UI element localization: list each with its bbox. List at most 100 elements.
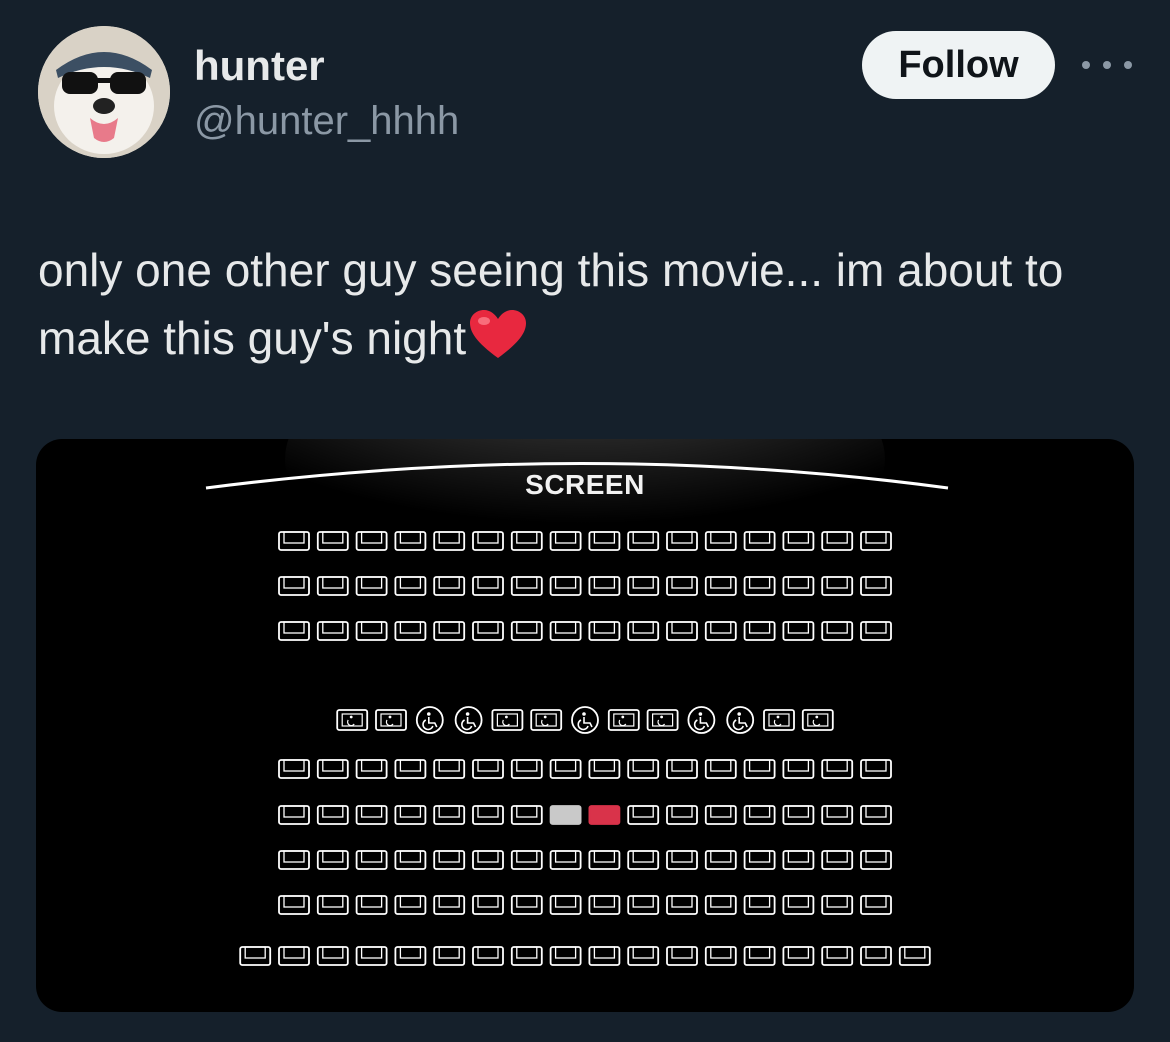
accessible-companion-seat[interactable] (530, 709, 563, 731)
available-seat[interactable] (666, 759, 698, 779)
available-seat[interactable] (510, 946, 543, 966)
available-seat[interactable] (860, 895, 892, 915)
available-seat[interactable] (704, 759, 737, 779)
available-seat[interactable] (782, 895, 815, 915)
available-seat[interactable] (743, 576, 776, 596)
available-seat[interactable] (316, 895, 349, 915)
available-seat[interactable] (316, 850, 349, 870)
available-seat[interactable] (239, 946, 272, 966)
available-seat[interactable] (898, 946, 931, 966)
available-seat[interactable] (433, 946, 466, 966)
display-name[interactable]: hunter (194, 40, 325, 92)
available-seat[interactable] (278, 850, 310, 870)
available-seat[interactable] (394, 759, 427, 779)
available-seat[interactable] (510, 759, 543, 779)
available-seat[interactable] (704, 576, 737, 596)
available-seat[interactable] (510, 850, 543, 870)
accessible-companion-seat[interactable] (801, 709, 834, 731)
available-seat[interactable] (278, 531, 310, 551)
accessible-companion-seat[interactable] (763, 709, 795, 731)
available-seat[interactable] (704, 621, 737, 641)
available-seat[interactable] (627, 759, 660, 779)
available-seat[interactable] (860, 850, 892, 870)
available-seat[interactable] (666, 850, 698, 870)
available-seat[interactable] (316, 621, 349, 641)
available-seat[interactable] (704, 946, 737, 966)
available-seat[interactable] (394, 850, 427, 870)
available-seat[interactable] (860, 759, 892, 779)
available-seat[interactable] (472, 850, 504, 870)
available-seat[interactable] (433, 850, 466, 870)
available-seat[interactable] (433, 576, 466, 596)
available-seat[interactable] (821, 621, 854, 641)
available-seat[interactable] (666, 895, 698, 915)
available-seat[interactable] (821, 946, 854, 966)
available-seat[interactable] (627, 850, 660, 870)
available-seat[interactable] (743, 895, 776, 915)
available-seat[interactable] (394, 576, 427, 596)
seat-map-image[interactable]: SCREEN (36, 439, 1134, 1012)
available-seat[interactable] (278, 895, 310, 915)
available-seat[interactable] (355, 576, 388, 596)
available-seat[interactable] (860, 946, 892, 966)
available-seat[interactable] (316, 805, 349, 825)
available-seat[interactable] (588, 759, 621, 779)
available-seat[interactable] (510, 895, 543, 915)
avatar[interactable] (38, 26, 170, 158)
user-handle[interactable]: @hunter_hhhh (194, 96, 459, 146)
available-seat[interactable] (433, 621, 466, 641)
available-seat[interactable] (627, 895, 660, 915)
available-seat[interactable] (821, 895, 854, 915)
available-seat[interactable] (316, 759, 349, 779)
wheelchair-space[interactable] (687, 706, 716, 734)
available-seat[interactable] (782, 946, 815, 966)
available-seat[interactable] (394, 895, 427, 915)
available-seat[interactable] (821, 576, 854, 596)
available-seat[interactable] (433, 895, 466, 915)
available-seat[interactable] (394, 621, 427, 641)
wheelchair-space[interactable] (454, 706, 483, 734)
available-seat[interactable] (782, 759, 815, 779)
available-seat[interactable] (782, 576, 815, 596)
available-seat[interactable] (860, 531, 892, 551)
available-seat[interactable] (472, 759, 504, 779)
available-seat[interactable] (782, 805, 815, 825)
available-seat[interactable] (278, 759, 310, 779)
selected-seat[interactable] (588, 805, 621, 825)
available-seat[interactable] (704, 895, 737, 915)
accessible-companion-seat[interactable] (336, 709, 369, 731)
available-seat[interactable] (743, 805, 776, 825)
available-seat[interactable] (278, 621, 310, 641)
available-seat[interactable] (782, 850, 815, 870)
available-seat[interactable] (355, 621, 388, 641)
available-seat[interactable] (355, 759, 388, 779)
available-seat[interactable] (743, 850, 776, 870)
available-seat[interactable] (472, 895, 504, 915)
available-seat[interactable] (588, 621, 621, 641)
available-seat[interactable] (627, 621, 660, 641)
available-seat[interactable] (278, 576, 310, 596)
follow-button[interactable]: Follow (862, 31, 1055, 99)
available-seat[interactable] (355, 805, 388, 825)
available-seat[interactable] (549, 621, 582, 641)
available-seat[interactable] (433, 805, 466, 825)
available-seat[interactable] (472, 621, 504, 641)
available-seat[interactable] (549, 759, 582, 779)
accessible-companion-seat[interactable] (607, 709, 640, 731)
available-seat[interactable] (743, 621, 776, 641)
available-seat[interactable] (316, 946, 349, 966)
wheelchair-space[interactable] (415, 706, 444, 734)
available-seat[interactable] (549, 946, 582, 966)
available-seat[interactable] (860, 621, 892, 641)
available-seat[interactable] (355, 946, 388, 966)
available-seat[interactable] (316, 531, 349, 551)
available-seat[interactable] (278, 805, 310, 825)
available-seat[interactable] (355, 895, 388, 915)
accessible-companion-seat[interactable] (375, 709, 407, 731)
available-seat[interactable] (666, 805, 698, 825)
available-seat[interactable] (743, 946, 776, 966)
available-seat[interactable] (666, 946, 698, 966)
available-seat[interactable] (821, 531, 854, 551)
available-seat[interactable] (510, 805, 543, 825)
available-seat[interactable] (394, 946, 427, 966)
